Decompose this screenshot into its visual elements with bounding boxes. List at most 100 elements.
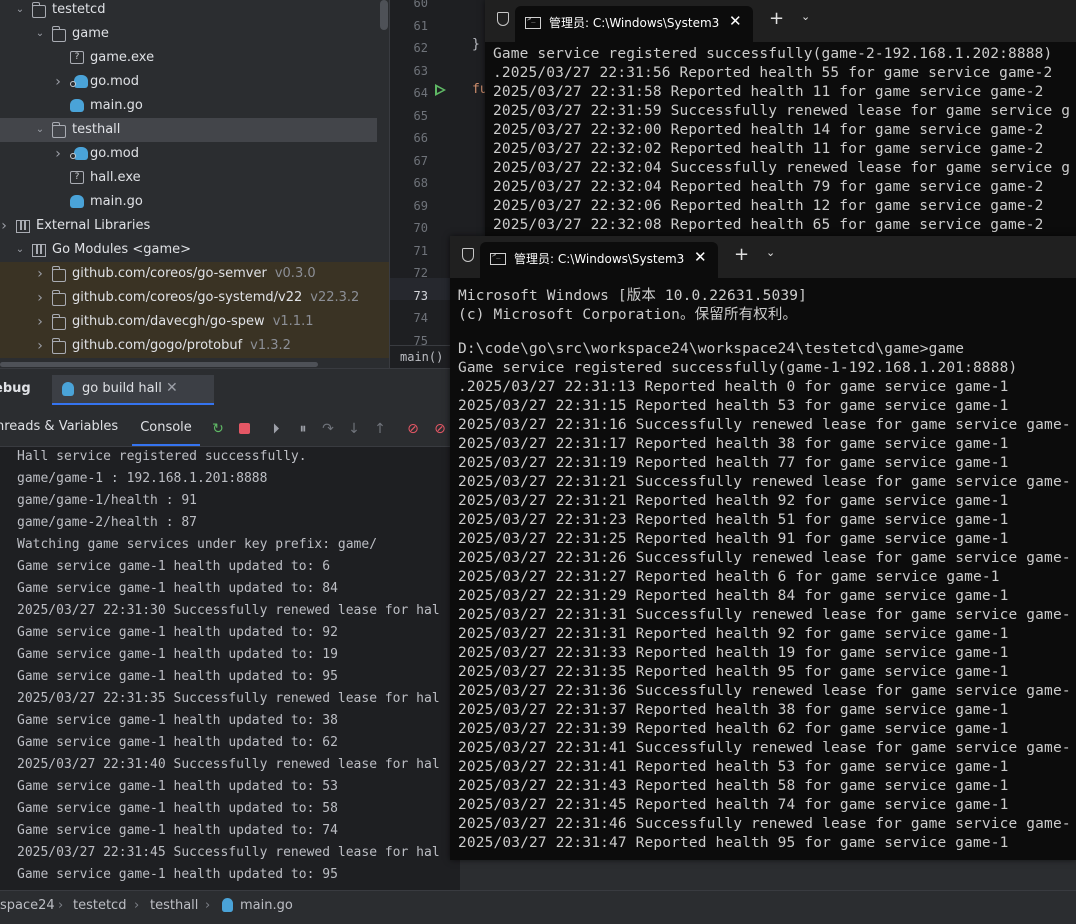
terminal-line: 2025/03/27 22:31:25 Reported health 91 f… — [458, 531, 1009, 547]
shield-icon — [497, 12, 509, 26]
line-number: 70 — [413, 221, 428, 235]
line-number: 62 — [413, 41, 428, 55]
tree-item[interactable]: ? hall.exe — [0, 166, 389, 190]
tree-item[interactable]: › github.com/coreos/go-semver v0.3.0 — [0, 262, 389, 286]
tree-item[interactable]: › github.com/davecgh/go-spew v1.1.1 — [0, 310, 389, 334]
tree-item[interactable]: › External Libraries — [0, 214, 389, 238]
chevron-down-icon[interactable]: ⌄ — [14, 0, 26, 22]
chevron-right-icon[interactable]: › — [34, 286, 46, 310]
run-gutter-icon[interactable] — [435, 84, 446, 96]
close-icon[interactable]: ✕ — [729, 12, 742, 30]
tree-item-version: v22.3.2 — [310, 290, 360, 305]
terminal-line: 2025/03/27 22:31:29 Reported health 84 f… — [458, 588, 1009, 604]
tab-console[interactable]: Console — [132, 415, 200, 446]
chevron-down-icon[interactable]: ⌄ — [34, 118, 46, 142]
chevron-right-icon[interactable]: › — [0, 214, 10, 238]
chevron-right-icon[interactable]: › — [34, 334, 46, 358]
step-out-icon[interactable]: ↑ — [372, 421, 388, 437]
terminal-line: Game service registered successfully(gam… — [493, 46, 1053, 62]
chevron-right-icon[interactable]: › — [52, 142, 64, 166]
terminal-line: 2025/03/27 22:32:04 Successfully renewed… — [493, 160, 1071, 176]
stop-icon[interactable] — [236, 421, 252, 437]
run-config-label: go build hall — [82, 381, 162, 396]
rerun-icon[interactable]: ↻ — [210, 421, 226, 437]
status-crumb-workspace[interactable]: space24 — [0, 891, 55, 921]
go-file-icon — [70, 99, 84, 112]
tree-item[interactable]: › github.com/coreos/go-systemd/v22 v22.3.2 — [0, 286, 389, 310]
console-output[interactable]: Hall service registered successfully. gam… — [0, 447, 460, 891]
tree-item[interactable]: ⌄ game — [0, 22, 389, 46]
terminal-line: 2025/03/27 22:31:33 Reported health 19 f… — [458, 645, 1009, 661]
go-file-icon — [70, 195, 84, 208]
debug-title-bar: ebug go build hall ✕ — [0, 369, 460, 409]
terminal-title-bar[interactable]: 管理员: C:\Windows\System3 ✕ + ⌄ — [485, 0, 1076, 42]
step-into-icon[interactable]: ↓ — [346, 421, 362, 437]
tree-item-label: game — [72, 26, 109, 41]
tree-item[interactable]: main.go — [0, 190, 389, 214]
terminal-line: 2025/03/27 22:31:21 Reported health 92 f… — [458, 493, 1009, 509]
folder-icon — [51, 338, 66, 354]
tree-item[interactable]: main.go — [0, 94, 389, 118]
chevron-down-icon[interactable]: ⌄ — [14, 238, 26, 262]
tree-item-label: game.exe — [90, 50, 155, 65]
status-crumb-testetcd[interactable]: testetcd — [73, 891, 126, 921]
terminal-output[interactable]: Game service registered successfully(gam… — [485, 42, 1076, 236]
go-mod-icon — [70, 75, 88, 88]
pause-icon[interactable]: ⏸ — [295, 421, 311, 437]
terminal-title-bar[interactable]: 管理员: C:\Windows\System3 ✕ + ⌄ — [450, 236, 1076, 278]
view-breakpoints-icon[interactable]: ⊘ — [405, 421, 421, 437]
terminal-line: Game service registered successfully(gam… — [458, 360, 1018, 376]
console-line: Game service game-1 health updated to: 6… — [17, 735, 338, 750]
tree-item-text: hall.exe — [90, 166, 141, 190]
tree-item[interactable]: ⌄ Go Modules <game> — [0, 238, 389, 262]
terminal-tab[interactable]: 管理员: C:\Windows\System3 ✕ — [515, 6, 753, 42]
new-tab-icon[interactable]: + — [734, 244, 749, 265]
tree-item-text: github.com/coreos/go-semver v0.3.0 — [72, 262, 316, 286]
chevron-down-icon[interactable]: ⌄ — [801, 10, 810, 23]
chevron-right-icon[interactable]: › — [52, 70, 64, 94]
tree-item[interactable]: ? game.exe — [0, 46, 389, 70]
tree-item-label: main.go — [90, 194, 143, 209]
step-over-icon[interactable]: ↷ — [320, 421, 336, 437]
tab-threads-variables[interactable]: hreads & Variables — [0, 419, 118, 434]
close-icon[interactable]: ✕ — [694, 248, 707, 266]
terminal-line: 2025/03/27 22:32:06 Reported health 12 f… — [493, 198, 1044, 214]
resume-icon[interactable]: ⏵ — [268, 421, 284, 437]
line-number: 65 — [413, 108, 428, 123]
status-crumb-testhall[interactable]: testhall — [150, 891, 198, 921]
close-icon[interactable]: ✕ — [166, 380, 178, 396]
tree-item[interactable]: › go.mod — [0, 70, 389, 94]
tree-item[interactable]: › go.mod — [0, 142, 389, 166]
code-closing-brace[interactable]: } — [472, 37, 480, 52]
debug-tabs: hreads & Variables Console ↻ ⏵ ⏸ ↷ ↓ ↑ ⊘… — [0, 412, 460, 447]
console-side-toolbar — [0, 447, 10, 507]
chevron-down-icon[interactable]: ⌄ — [34, 22, 46, 46]
line-number: 67 — [413, 153, 428, 168]
tree-item[interactable]: ⌄ testetcd — [0, 0, 389, 22]
terminal-line: 2025/03/27 22:31:19 Reported health 77 f… — [458, 455, 1009, 471]
tree-scrollbar[interactable] — [380, 0, 388, 30]
console-line: Game service game-1 health updated to: 5… — [17, 779, 338, 794]
chevron-down-icon[interactable]: ⌄ — [766, 246, 775, 259]
folder-icon — [51, 26, 66, 42]
tree-item[interactable]: › github.com/gogo/protobuf v1.3.2 — [0, 334, 389, 358]
terminal-tab-title: 管理员: C:\Windows\System3 — [514, 252, 685, 266]
status-crumb-file[interactable]: main.go — [240, 891, 293, 921]
tree-horizontal-scrollbar[interactable] — [0, 362, 318, 367]
tree-item-text: game.exe — [90, 46, 154, 70]
chevron-right-icon[interactable]: › — [34, 262, 46, 286]
terminal-line: 2025/03/27 22:32:04 Reported health 79 f… — [493, 179, 1044, 195]
console-line: 2025/03/27 22:31:40 Successfully renewed… — [17, 757, 440, 772]
terminal-tab[interactable]: 管理员: C:\Windows\System3 ✕ — [480, 242, 718, 278]
mute-breakpoints-icon[interactable]: ⊘ — [432, 421, 448, 437]
folder-icon — [51, 266, 66, 282]
terminal-output[interactable]: Microsoft Windows [版本 10.0.22631.5039] (c… — [450, 278, 1076, 860]
run-config-tab[interactable]: go build hall ✕ — [52, 375, 214, 405]
terminal-window-game2[interactable]: 管理员: C:\Windows\System3 ✕ + ⌄ Game servi… — [485, 0, 1076, 236]
terminal-window-game1[interactable]: 管理员: C:\Windows\System3 ✕ + ⌄ Microsoft … — [450, 236, 1076, 860]
tree-item[interactable]: ⌄ testhall — [0, 118, 377, 142]
console-line: 2025/03/27 22:31:30 Successfully renewed… — [17, 603, 440, 618]
chevron-right-icon[interactable]: › — [34, 310, 46, 334]
new-tab-icon[interactable]: + — [769, 8, 784, 29]
tree-item-label: External Libraries — [36, 218, 151, 233]
